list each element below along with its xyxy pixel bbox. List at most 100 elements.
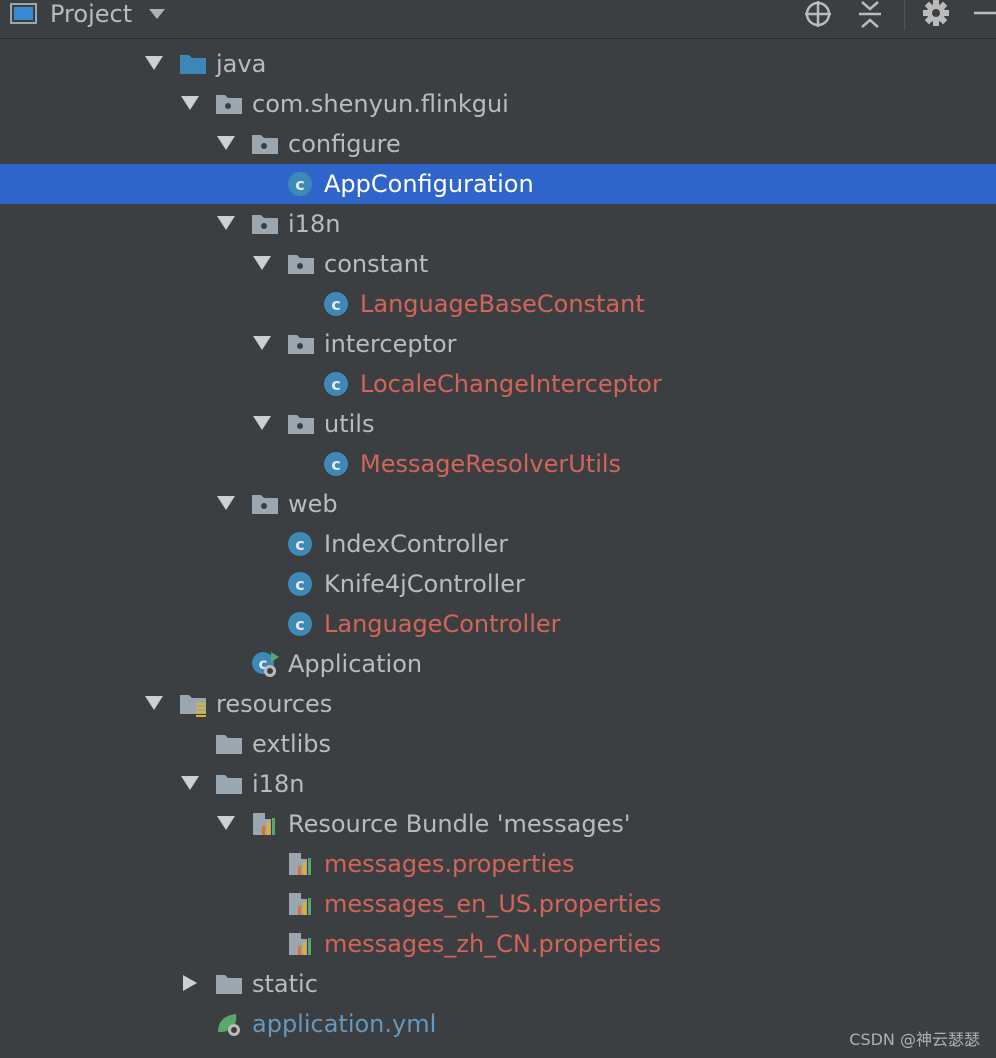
tree-row-label: application.yml [252, 1010, 437, 1038]
gear-icon[interactable] [920, 0, 952, 30]
tree-row[interactable]: c LanguageController [0, 604, 996, 644]
tree-row-label: LocaleChangeInterceptor [360, 370, 662, 398]
tree-row-label: Application [288, 650, 423, 678]
tree-row[interactable]: configure [0, 124, 996, 164]
expand-arrow-icon[interactable] [144, 54, 164, 72]
tree-row-label: IndexController [324, 530, 509, 558]
java-class-icon: c [286, 570, 316, 598]
tree-row-label: MessageResolverUtils [360, 450, 622, 478]
tree-row[interactable]: application.yml [0, 1004, 996, 1044]
tree-row[interactable]: web [0, 484, 996, 524]
project-view-icon [10, 3, 37, 24]
expand-arrow-icon[interactable] [216, 814, 236, 832]
tree-row-label: resources [216, 690, 333, 718]
tree-row[interactable]: c Knife4jController [0, 564, 996, 604]
project-toolbar: Project [0, 0, 996, 39]
tree-row[interactable]: static [0, 964, 996, 1004]
tree-row-label: LanguageBaseConstant [360, 290, 645, 318]
package-icon [250, 210, 280, 238]
source-folder-icon [178, 50, 208, 78]
svg-text:c: c [295, 175, 304, 194]
tree-row-label: i18n [252, 770, 305, 798]
tree-row-label: messages.properties [324, 850, 575, 878]
package-icon [250, 490, 280, 518]
tree-row[interactable]: messages_zh_CN.properties [0, 924, 996, 964]
tree-row[interactable]: utils [0, 404, 996, 444]
tree-row[interactable]: resources [0, 684, 996, 724]
tree-row[interactable]: c Application [0, 644, 996, 684]
tree-row-label: constant [324, 250, 429, 278]
tree-row[interactable]: com.shenyun.flinkgui [0, 84, 996, 124]
tree-row[interactable]: java [0, 44, 996, 84]
package-icon [286, 330, 316, 358]
folder-icon [214, 970, 244, 998]
collapsed-arrow-icon[interactable] [180, 974, 200, 992]
tree-row[interactable]: c AppConfiguration [0, 164, 996, 204]
spring-boot-class-icon: c [250, 650, 280, 678]
dropdown-caret-icon[interactable] [148, 8, 166, 20]
folder-icon [214, 730, 244, 758]
java-class-icon: c [322, 370, 352, 398]
tree-row-label: web [288, 490, 338, 518]
spring-config-icon [214, 1010, 244, 1038]
tree-row[interactable]: c LocaleChangeInterceptor [0, 364, 996, 404]
resources-folder-icon [178, 690, 208, 718]
tree-row[interactable]: Resource Bundle 'messages' [0, 804, 996, 844]
locate-icon[interactable] [802, 0, 834, 30]
svg-text:c: c [331, 295, 340, 314]
tree-row-label: i18n [288, 210, 341, 238]
java-class-icon: c [322, 450, 352, 478]
tree-row-label: AppConfiguration [324, 170, 534, 198]
svg-text:c: c [331, 375, 340, 394]
tree-row[interactable]: c LanguageBaseConstant [0, 284, 996, 324]
java-class-icon: c [286, 170, 316, 198]
tree-row[interactable]: constant [0, 244, 996, 284]
package-icon [250, 130, 280, 158]
tree-row[interactable]: messages.properties [0, 844, 996, 884]
minimize-icon[interactable] [968, 0, 996, 30]
tree-row-label: utils [324, 410, 375, 438]
expand-arrow-icon[interactable] [216, 494, 236, 512]
tree-row-label: Knife4jController [324, 570, 525, 598]
package-icon [214, 90, 244, 118]
expand-arrow-icon[interactable] [180, 774, 200, 792]
java-class-icon: c [322, 290, 352, 318]
svg-text:c: c [331, 455, 340, 474]
package-icon [286, 250, 316, 278]
tree-row[interactable]: messages_en_US.properties [0, 884, 996, 924]
tree-row[interactable]: i18n [0, 764, 996, 804]
tree-row[interactable]: i18n [0, 204, 996, 244]
package-icon [286, 410, 316, 438]
watermark: CSDN @神云瑟瑟 [849, 1030, 980, 1049]
expand-arrow-icon[interactable] [216, 214, 236, 232]
svg-text:c: c [295, 615, 304, 634]
expand-arrow-icon[interactable] [216, 134, 236, 152]
tree-row-label: java [216, 50, 267, 78]
collapse-all-icon[interactable] [854, 0, 886, 30]
expand-arrow-icon[interactable] [180, 94, 200, 112]
tree-row-label: extlibs [252, 730, 332, 758]
resource-bundle-icon [250, 810, 280, 838]
tree-row-label: messages_zh_CN.properties [324, 930, 661, 958]
tree-row-label: LanguageController [324, 610, 561, 638]
properties-file-icon [286, 890, 316, 918]
tree-row[interactable]: c MessageResolverUtils [0, 444, 996, 484]
expand-arrow-icon[interactable] [252, 334, 272, 352]
expand-arrow-icon[interactable] [252, 414, 272, 432]
toolbar-separator [904, 0, 905, 30]
tree-row-label: Resource Bundle 'messages' [288, 810, 631, 838]
expand-arrow-icon[interactable] [144, 694, 164, 712]
tree-row[interactable]: interceptor [0, 324, 996, 364]
tree-row[interactable]: c IndexController [0, 524, 996, 564]
project-view-title[interactable]: Project [50, 0, 132, 28]
folder-icon [214, 770, 244, 798]
svg-text:c: c [295, 575, 304, 594]
tree-row-label: interceptor [324, 330, 457, 358]
tree-row-label: configure [288, 130, 401, 158]
tree-row-label: messages_en_US.properties [324, 890, 662, 918]
java-class-icon: c [286, 610, 316, 638]
tree-row[interactable]: extlibs [0, 724, 996, 764]
expand-arrow-icon[interactable] [252, 254, 272, 272]
project-tree[interactable]: java com.shenyun.flinkgui configure c AppCon… [0, 44, 996, 1058]
properties-file-icon [286, 850, 316, 878]
